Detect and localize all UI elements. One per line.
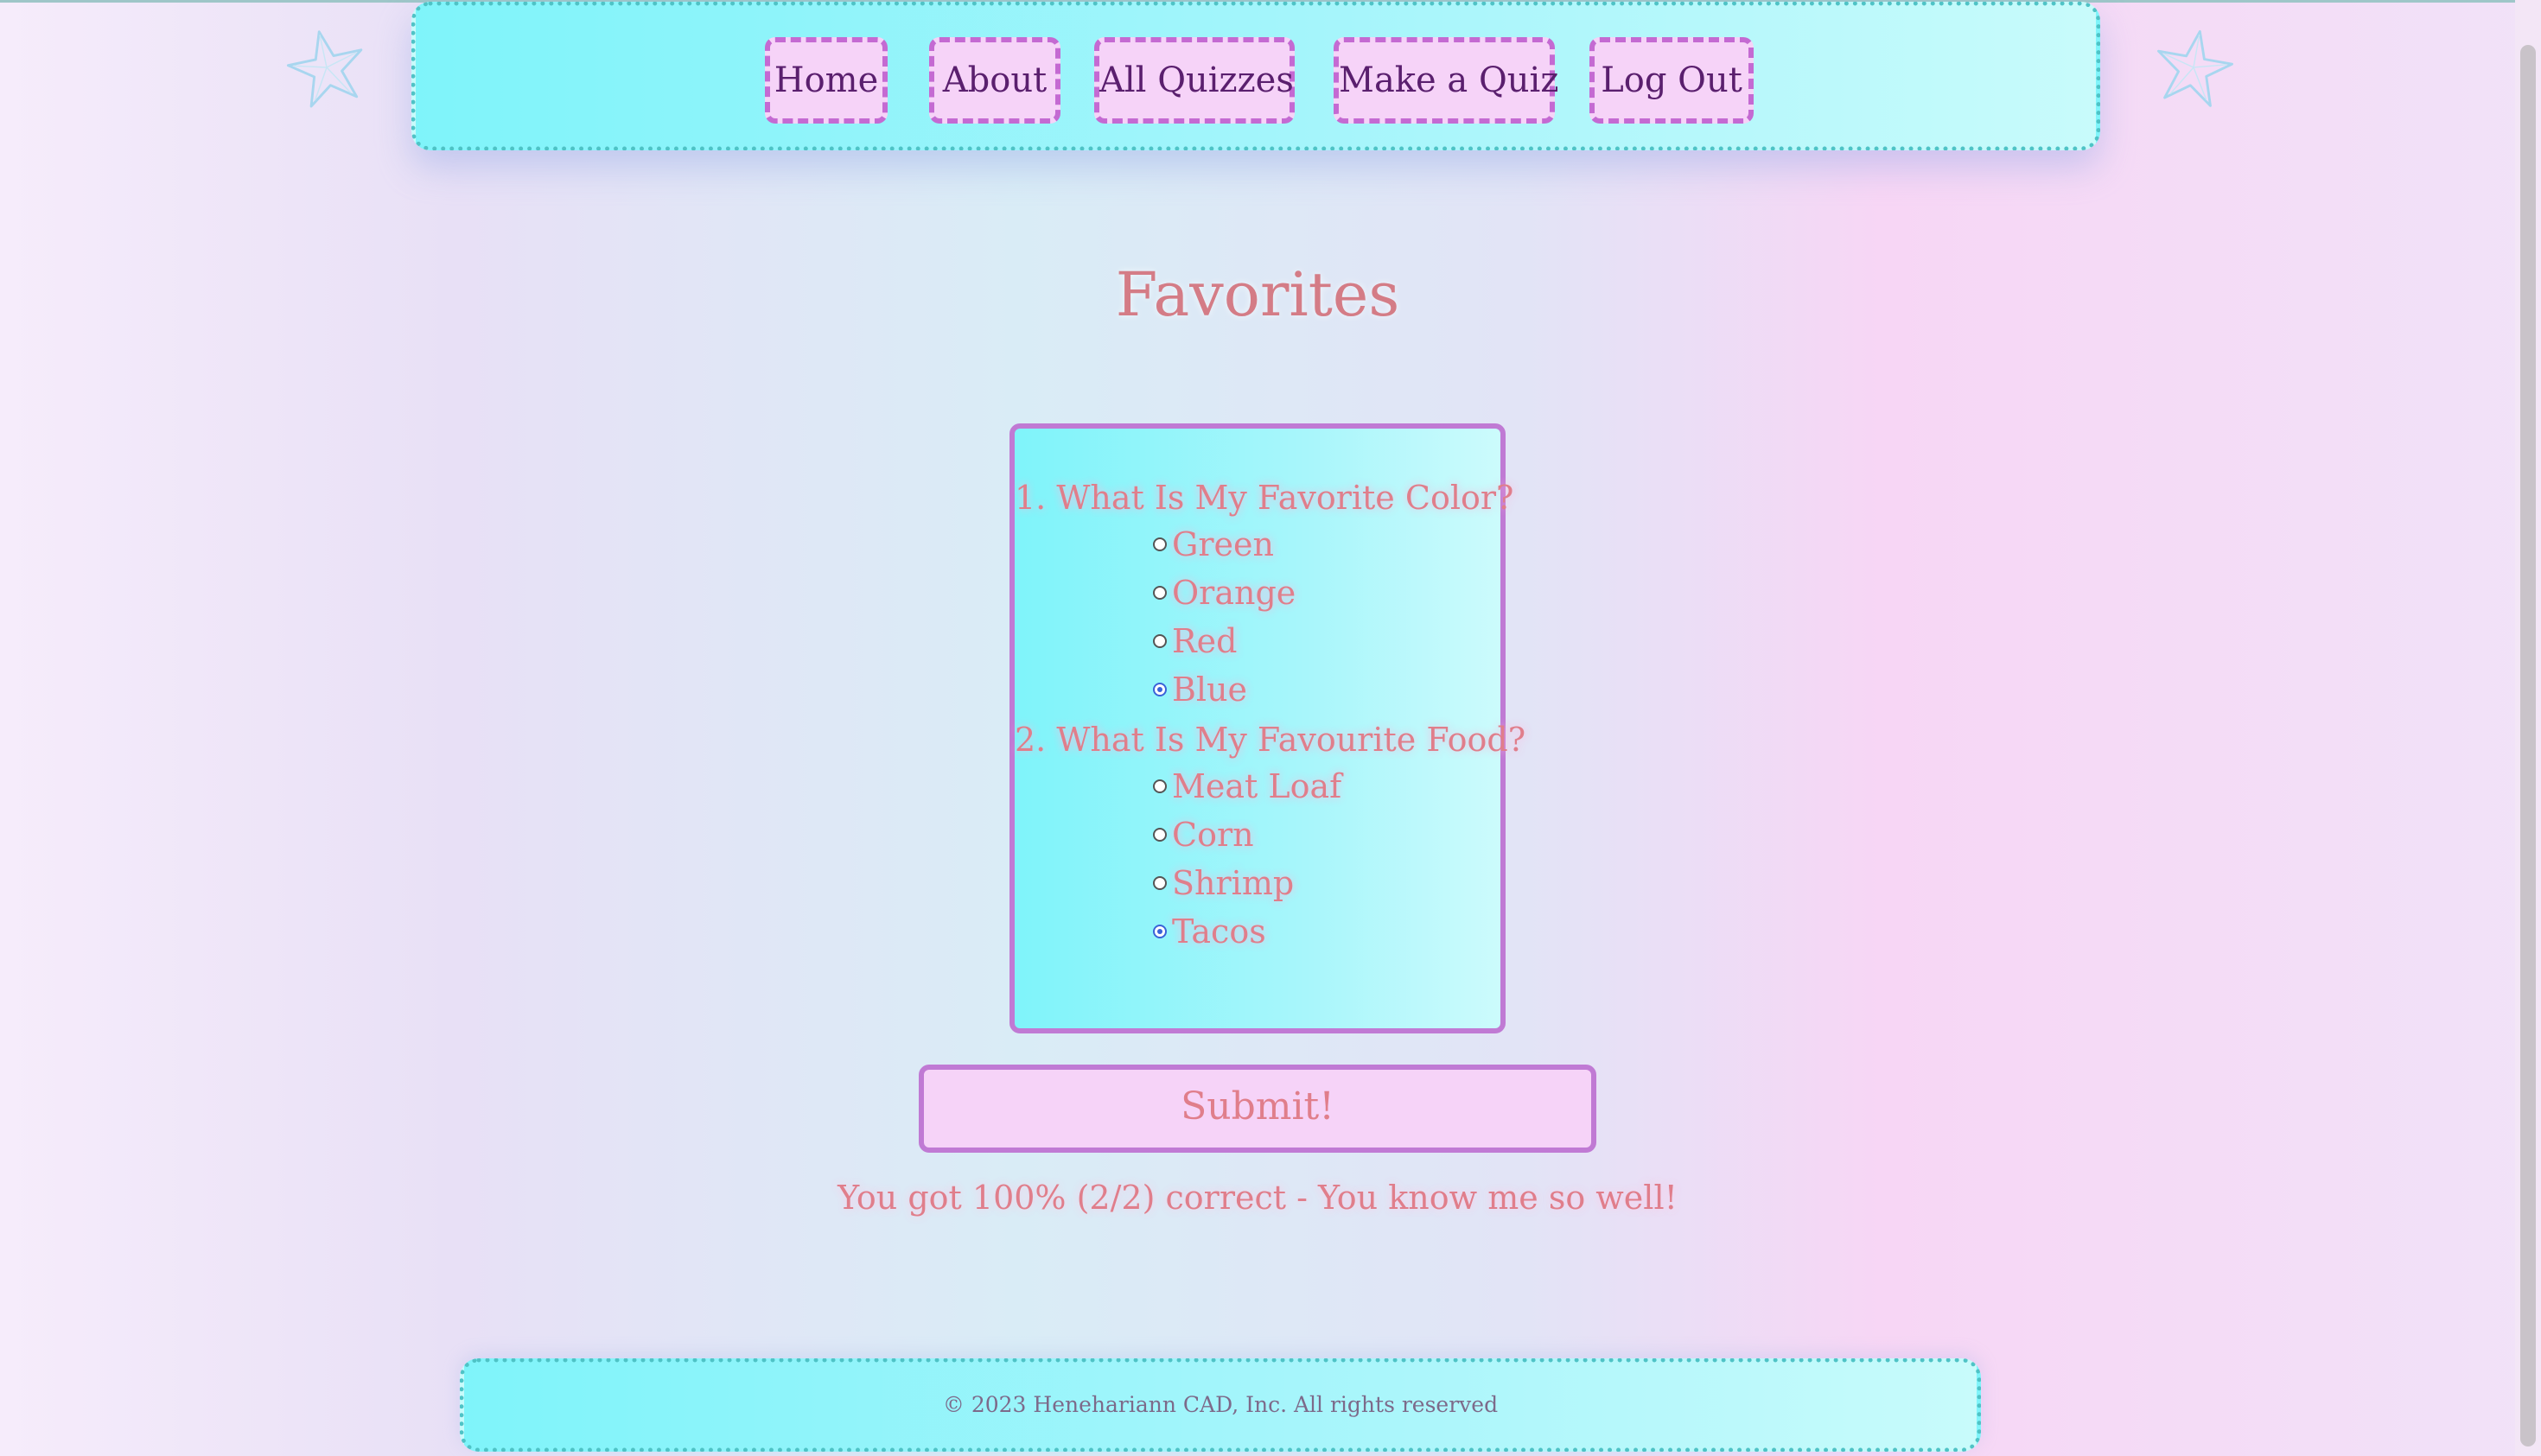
footer: © 2023 Henehariann CAD, Inc. All rights … bbox=[460, 1358, 1981, 1452]
answer-option[interactable]: Blue bbox=[1153, 665, 1247, 714]
result-message: You got 100% (2/2) correct - You know me… bbox=[837, 1179, 1678, 1217]
star-outline-icon bbox=[286, 30, 363, 108]
quiz-card: 1. What Is My Favorite Color? Green Oran… bbox=[1009, 423, 1525, 1033]
radio-button[interactable] bbox=[1153, 925, 1167, 938]
answer-option-label: Orange bbox=[1172, 574, 1296, 612]
nav-make-quiz-link[interactable]: Make a Quiz bbox=[1334, 37, 1558, 124]
answer-option[interactable]: Meat Loaf bbox=[1153, 762, 1341, 811]
answer-option[interactable]: Tacos bbox=[1153, 907, 1266, 956]
radio-button[interactable] bbox=[1153, 876, 1167, 890]
radio-button[interactable] bbox=[1153, 634, 1167, 648]
answer-option-label: Tacos bbox=[1172, 912, 1266, 951]
scrollbar-thumb[interactable] bbox=[2520, 45, 2536, 1446]
question-label: 1. What Is My Favorite Color? bbox=[1015, 479, 1514, 517]
page-title: Favorites bbox=[1115, 259, 1400, 330]
answer-option[interactable]: Corn bbox=[1153, 811, 1254, 859]
nav-about-link[interactable]: About bbox=[929, 37, 1060, 124]
answer-option[interactable]: Green bbox=[1153, 520, 1274, 569]
answer-option-label: Shrimp bbox=[1172, 864, 1295, 902]
submit-button[interactable]: Submit! bbox=[919, 1065, 1596, 1153]
answer-option[interactable]: Orange bbox=[1153, 569, 1296, 617]
radio-button[interactable] bbox=[1153, 537, 1167, 551]
answer-option-label: Red bbox=[1172, 622, 1238, 660]
copyright-text: © 2023 Henehariann CAD, Inc. All rights … bbox=[942, 1392, 1499, 1417]
answer-option-label: Corn bbox=[1172, 816, 1254, 854]
nav-all-quizzes-link[interactable]: All Quizzes bbox=[1094, 37, 1295, 124]
answer-option-label: Meat Loaf bbox=[1172, 767, 1342, 805]
nav-home-link[interactable]: Home bbox=[765, 37, 888, 124]
radio-button[interactable] bbox=[1153, 683, 1167, 696]
star-outline-icon bbox=[2157, 29, 2233, 107]
answer-option-label: Blue bbox=[1172, 671, 1248, 709]
radio-button[interactable] bbox=[1153, 779, 1167, 793]
nav-log-out-link[interactable]: Log Out bbox=[1589, 37, 1754, 124]
top-navigation: Home About All Quizzes Make a Quiz Log O… bbox=[411, 2, 2100, 150]
answer-option[interactable]: Shrimp bbox=[1153, 859, 1294, 907]
vertical-scrollbar[interactable] bbox=[2515, 0, 2541, 1456]
answer-option-label: Green bbox=[1172, 525, 1274, 563]
radio-button[interactable] bbox=[1153, 586, 1167, 600]
answer-option[interactable]: Red bbox=[1153, 617, 1237, 665]
question-label: 2. What Is My Favourite Food? bbox=[1015, 721, 1526, 759]
radio-button[interactable] bbox=[1153, 828, 1167, 842]
